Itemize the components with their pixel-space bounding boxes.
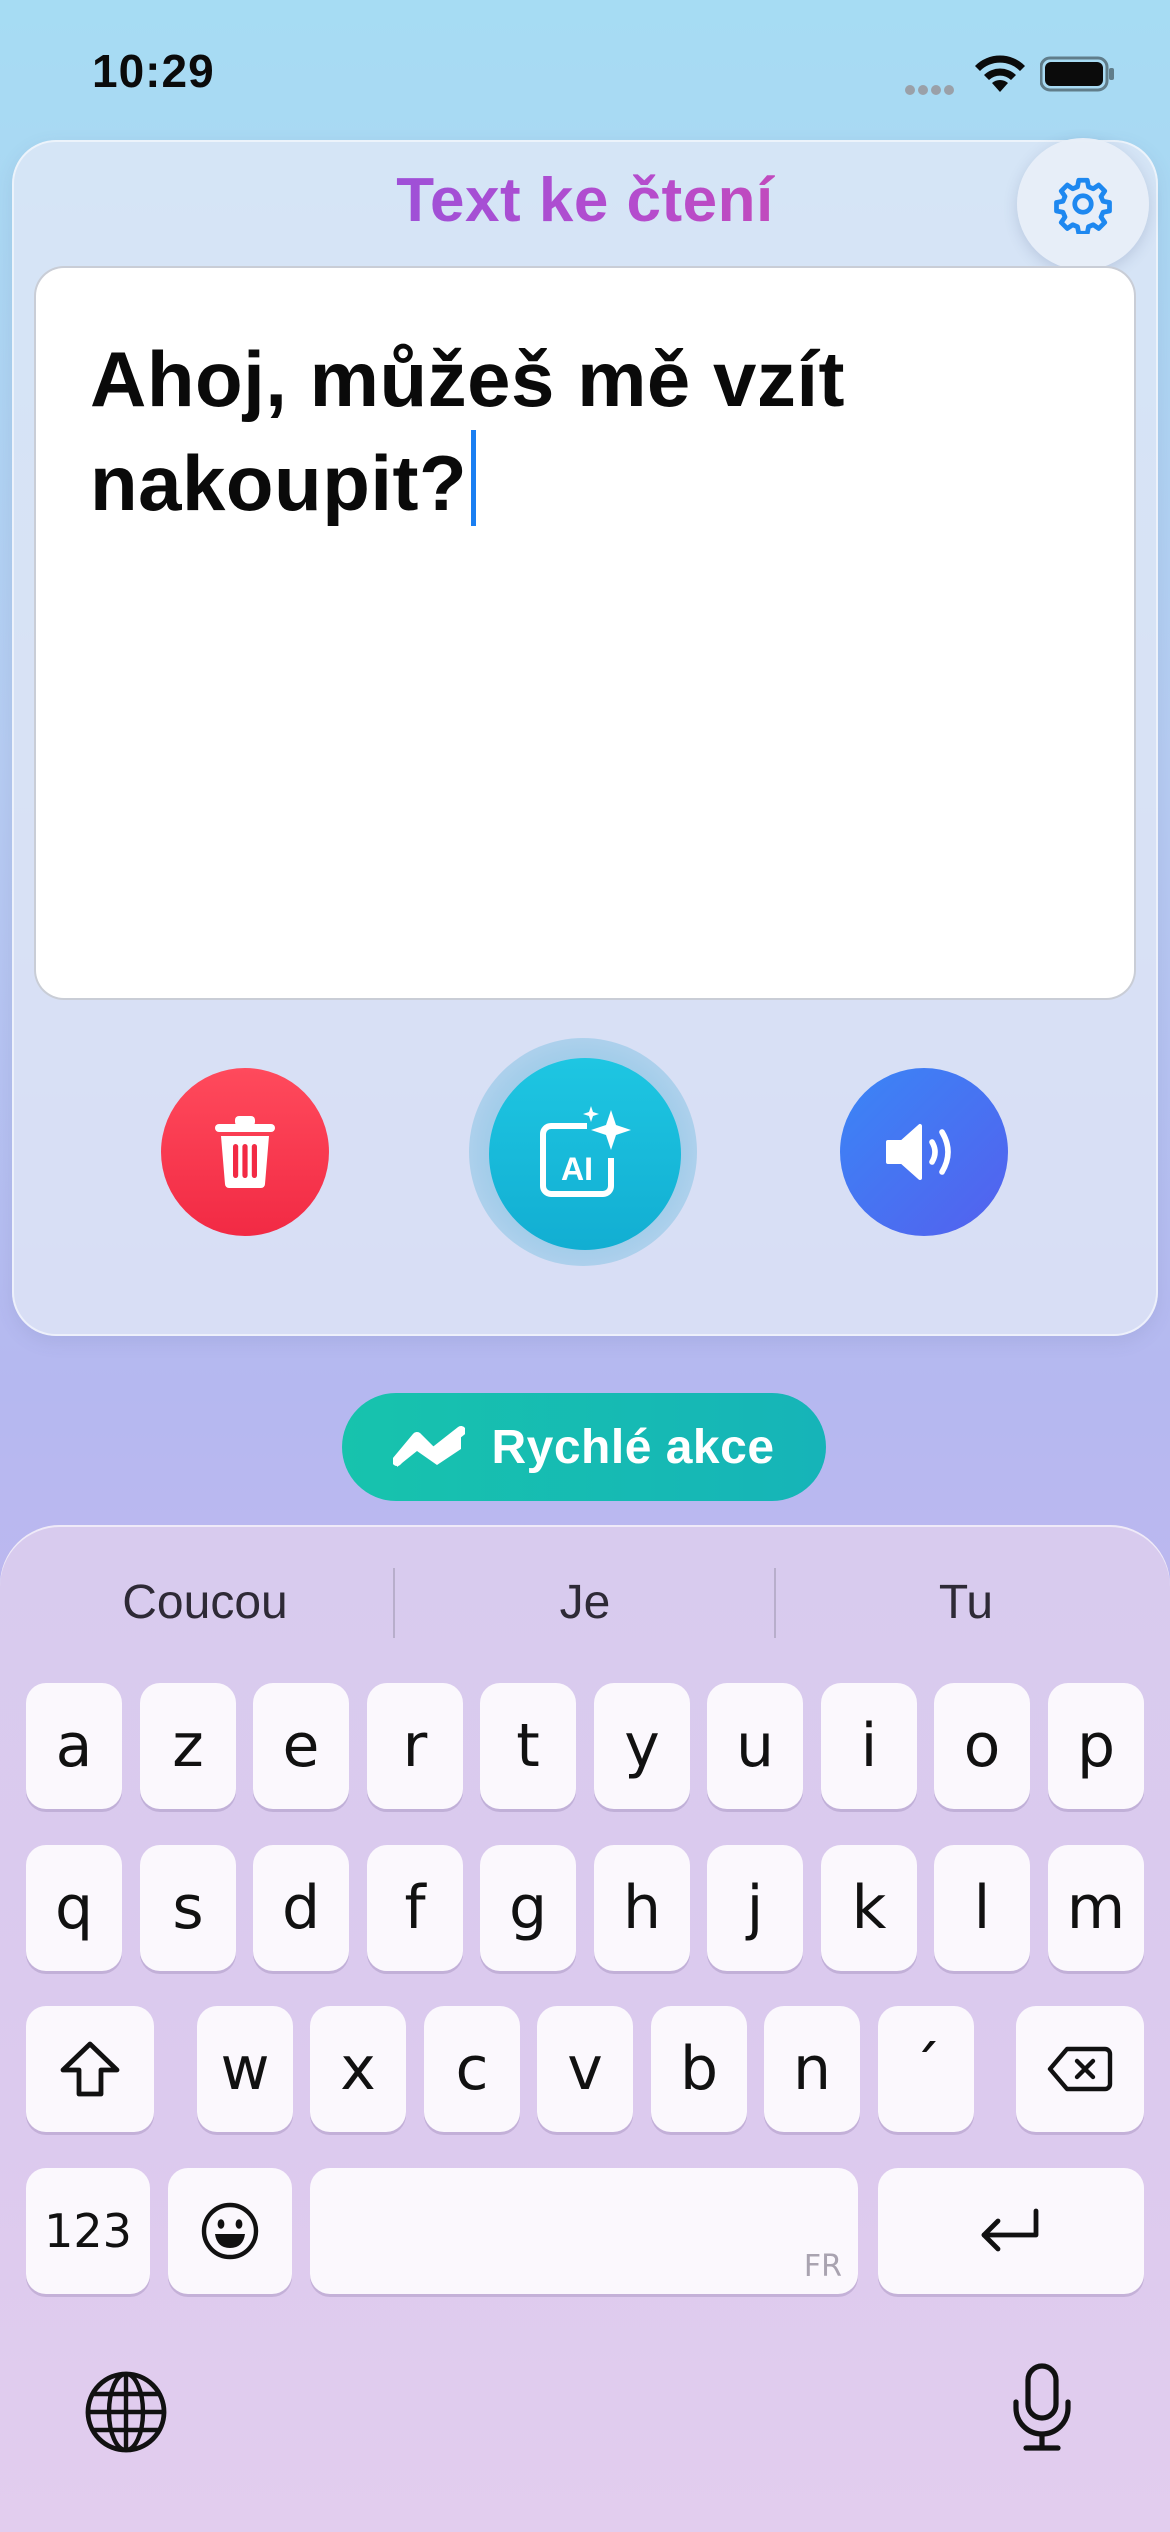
key-o[interactable]: o <box>934 1683 1030 1809</box>
backspace-icon <box>1047 2046 1113 2092</box>
key-r[interactable]: r <box>367 1683 463 1809</box>
key-l[interactable]: l <box>934 1845 1030 1971</box>
suggestion-2[interactable]: Je <box>395 1568 775 1638</box>
key-x[interactable]: x <box>310 2006 406 2132</box>
key-u[interactable]: u <box>707 1683 803 1809</box>
battery-icon <box>1040 56 1114 92</box>
key-t[interactable]: t <box>480 1683 576 1809</box>
key-k[interactable]: k <box>821 1845 917 1971</box>
microphone-icon[interactable] <box>1008 2362 1076 2454</box>
settings-button[interactable] <box>1017 138 1149 270</box>
text-line-1: Ahoj, můžeš mě vzít <box>90 335 845 423</box>
key-f[interactable]: f <box>367 1845 463 1971</box>
key-y[interactable]: y <box>594 1683 690 1809</box>
space-language-label: FR <box>803 2249 842 2284</box>
quick-actions-label: Rychlé akce <box>491 1420 775 1474</box>
key-c[interactable]: c <box>424 2006 520 2132</box>
return-key[interactable] <box>878 2168 1144 2294</box>
text-input-area[interactable]: Ahoj, můžeš mě vzít nakoupit? <box>36 268 1134 998</box>
space-bar[interactable]: FR <box>310 2168 858 2294</box>
key-p[interactable]: p <box>1048 1683 1144 1809</box>
card-title: Text ke čtení <box>0 165 1170 236</box>
wifi-icon <box>975 55 1025 92</box>
key-w[interactable]: w <box>197 2006 293 2132</box>
return-icon <box>981 2208 1039 2252</box>
emoji-key[interactable] <box>168 2168 292 2294</box>
key-z[interactable]: z <box>140 1683 236 1809</box>
key-a[interactable]: a <box>26 1683 122 1809</box>
text-content[interactable]: Ahoj, můžeš mě vzít nakoupit? <box>90 328 1050 534</box>
ai-button[interactable]: AI <box>489 1058 681 1250</box>
key-d[interactable]: d <box>253 1845 349 1971</box>
trash-icon <box>215 1116 275 1188</box>
shift-icon <box>60 2041 120 2097</box>
key-v[interactable]: v <box>537 2006 633 2132</box>
key-i[interactable]: i <box>821 1683 917 1809</box>
text-caret <box>471 430 477 526</box>
key-j[interactable]: j <box>707 1845 803 1971</box>
key-b[interactable]: b <box>651 2006 747 2132</box>
key-n[interactable]: n <box>764 2006 860 2132</box>
speak-button[interactable] <box>840 1068 1008 1236</box>
status-bar: 10:29 <box>0 0 1170 140</box>
shift-key[interactable] <box>26 2006 154 2132</box>
globe-icon[interactable] <box>84 2370 168 2454</box>
key-q[interactable]: q <box>26 1845 122 1971</box>
quick-actions-button[interactable]: Rychlé akce <box>342 1393 826 1501</box>
cellular-signal-icon <box>905 82 959 95</box>
numbers-key[interactable]: 123 <box>26 2168 150 2294</box>
key-s[interactable]: s <box>140 1845 236 1971</box>
backspace-key[interactable] <box>1016 2006 1144 2132</box>
zigzag-icon <box>393 1426 466 1467</box>
gear-icon <box>1054 177 1112 234</box>
text-line-2: nakoupit? <box>90 439 468 527</box>
key-g[interactable]: g <box>480 1845 576 1971</box>
speaker-icon <box>886 1124 951 1180</box>
key-e[interactable]: e <box>253 1683 349 1809</box>
suggestion-3[interactable]: Tu <box>776 1568 1156 1638</box>
key-m[interactable]: m <box>1048 1845 1144 1971</box>
status-time: 10:29 <box>92 45 215 97</box>
key-acute-accent[interactable]: ´ <box>878 2006 974 2132</box>
suggestion-1[interactable]: Coucou <box>15 1568 395 1638</box>
key-h[interactable]: h <box>594 1845 690 1971</box>
emoji-icon <box>201 2202 259 2260</box>
ai-sparkle-icon: AI <box>540 1106 631 1197</box>
delete-button[interactable] <box>161 1068 329 1236</box>
svg-text:AI: AI <box>561 1151 593 1187</box>
